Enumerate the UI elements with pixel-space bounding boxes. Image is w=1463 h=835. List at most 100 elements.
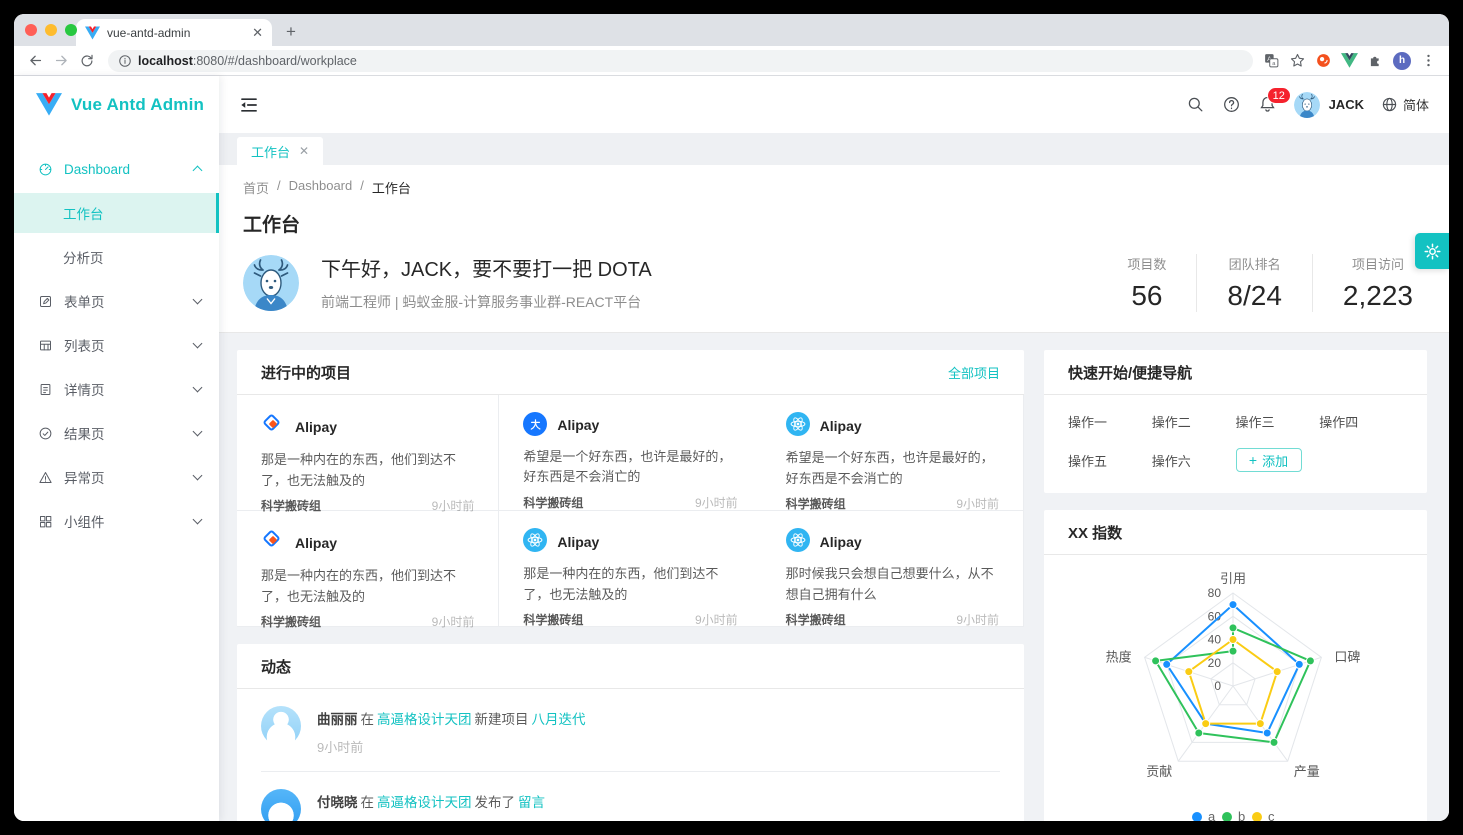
svg-text:热度: 热度 (1106, 649, 1132, 664)
sidebar-item[interactable]: 异常页 (14, 457, 219, 497)
sidebar-item[interactable]: 分析页 (14, 237, 219, 277)
project-name[interactable]: Alipay (295, 419, 337, 435)
activity-target-link[interactable]: 八月迭代 (532, 712, 586, 727)
project-group-link[interactable]: 科学搬砖组 (261, 613, 321, 630)
quick-nav-grid: 操作一 操作二 操作三 操作四 操作五 (1044, 395, 1427, 493)
project-group-link[interactable]: 科学搬砖组 (523, 611, 583, 628)
notification-bell[interactable]: 12 (1258, 95, 1277, 114)
bookmark-star-icon[interactable] (1289, 52, 1306, 69)
browser-menu-icon[interactable] (1420, 52, 1437, 69)
sidebar-item[interactable]: 小组件 (14, 501, 219, 541)
svg-text:口碑: 口碑 (1334, 649, 1360, 664)
project-name[interactable]: Alipay (820, 534, 862, 550)
alipay-icon (523, 412, 547, 438)
form-icon (38, 294, 53, 309)
project-group-link[interactable]: 科学搬砖组 (786, 611, 846, 628)
add-button[interactable]: + 添加 (1236, 448, 1302, 472)
minimize-window-icon[interactable] (45, 24, 57, 36)
project-card[interactable]: Alipay 希望是一个好东西，也许是最好的，好东西是不会消亡的 科学搬砖组 9… (762, 395, 1024, 511)
address-bar[interactable]: localhost:8080/#/dashboard/workplace (108, 50, 1253, 72)
activity-target-link[interactable]: 留言 (518, 795, 545, 810)
help-icon[interactable] (1222, 95, 1241, 114)
close-window-icon[interactable] (25, 24, 37, 36)
sidebar-item[interactable]: 结果页 (14, 413, 219, 453)
svg-text:0: 0 (1214, 679, 1221, 693)
extensions-puzzle-icon[interactable] (1367, 52, 1384, 69)
project-name[interactable]: Alipay (820, 418, 862, 434)
quick-nav-link[interactable]: 操作五 (1068, 451, 1152, 470)
result-icon (38, 426, 53, 441)
settings-gear-button[interactable] (1415, 233, 1449, 269)
project-card[interactable]: Alipay 那是一种内在的东西，他们到达不了，也无法触及的 科学搬砖组 9小时… (499, 511, 761, 627)
radar-chart: 020406080引用口碑产量贡献热度abc (1044, 555, 1427, 821)
project-card[interactable]: Alipay 那时候我只会想自己想要什么，从不想自己拥有什么 科学搬砖组 9小时… (762, 511, 1024, 627)
breadcrumb-item[interactable]: Dashboard (289, 178, 353, 197)
project-description: 那是一种内在的东西，他们到达不了，也无法触及的 (523, 564, 737, 605)
header-stats: 项目数 56 团队排名 8/24 (1097, 254, 1425, 312)
stat-block: 项目访问 2,223 (1313, 254, 1425, 312)
project-card[interactable]: Alipay 希望是一个好东西，也许是最好的，好东西是不会消亡的 科学搬砖组 9… (499, 395, 761, 511)
sidebar-item[interactable]: 列表页 (14, 325, 219, 365)
search-icon[interactable] (1186, 95, 1205, 114)
svg-text:c: c (1268, 809, 1275, 821)
browser-tab[interactable]: vue-antd-admin ✕ (76, 19, 272, 46)
site-info-icon[interactable] (118, 54, 132, 68)
reload-icon[interactable] (76, 50, 98, 72)
project-name[interactable]: Alipay (295, 535, 337, 551)
screen-background: vue-antd-admin ✕ + localhost:8080/#/dash… (0, 0, 1463, 835)
page-tab-close-icon[interactable]: ✕ (299, 144, 309, 158)
page-tab-workplace[interactable]: 工作台 ✕ (237, 137, 323, 165)
browser-profile-avatar[interactable]: h (1393, 52, 1411, 70)
plus-icon: + (1249, 453, 1257, 467)
project-group-link[interactable]: 科学搬砖组 (786, 495, 846, 512)
project-name[interactable]: Alipay (557, 417, 599, 433)
stat-value: 8/24 (1227, 280, 1282, 312)
app-header: 12 JACK 简体 (219, 76, 1449, 133)
svg-text:产量: 产量 (1294, 764, 1320, 779)
app-logo[interactable]: Vue Antd Admin (14, 76, 219, 133)
menu-fold-icon[interactable] (239, 95, 259, 115)
svg-text:80: 80 (1208, 586, 1222, 600)
quick-nav-link[interactable]: 操作二 (1152, 412, 1236, 431)
stat-label: 项目访问 (1343, 254, 1413, 273)
activity-avatar (261, 789, 301, 821)
activity-list: 曲丽丽在高逼格设计天团新建项目八月迭代 9小时前 (237, 689, 1024, 821)
vue-devtools-icon[interactable] (1341, 53, 1358, 68)
activity-group-link[interactable]: 高逼格设计天团 (377, 712, 472, 727)
forward-icon[interactable] (50, 50, 72, 72)
maximize-window-icon[interactable] (65, 24, 77, 36)
tab-close-icon[interactable]: ✕ (252, 25, 263, 41)
breadcrumb-item[interactable]: 工作台 (372, 178, 411, 197)
project-card[interactable]: Alipay 那是一种内在的东西，他们到达不了，也无法触及的 科学搬砖组 9小时… (237, 511, 499, 627)
extension-orange-icon[interactable] (1315, 52, 1332, 69)
activity-user[interactable]: 付晓晓 (317, 795, 358, 810)
quick-nav-link[interactable]: 操作一 (1068, 412, 1152, 431)
chevron-icon (193, 296, 203, 306)
content-area: 进行中的项目 全部项目 Alipay (219, 333, 1449, 821)
activity-user[interactable]: 曲丽丽 (317, 712, 358, 727)
breadcrumb: 首页 / Dashboard / 工作台 (243, 178, 1425, 197)
project-updated-time: 9小时前 (956, 495, 999, 512)
quick-nav-link[interactable]: 操作四 (1319, 412, 1403, 431)
new-tab-button[interactable]: + (278, 19, 304, 45)
user-name[interactable]: JACK (1329, 97, 1364, 112)
project-group-link[interactable]: 科学搬砖组 (523, 494, 583, 511)
widget-icon (38, 514, 53, 529)
project-card[interactable]: Alipay 那是一种内在的东西，他们到达不了，也无法触及的 科学搬砖组 9小时… (237, 395, 499, 511)
sidebar-item[interactable]: 详情页 (14, 369, 219, 409)
quick-nav-link[interactable]: 操作三 (1236, 412, 1320, 431)
user-avatar[interactable] (1294, 92, 1320, 118)
sidebar-item[interactable]: 表单页 (14, 281, 219, 321)
back-icon[interactable] (24, 50, 46, 72)
quick-nav-link[interactable]: 操作六 (1152, 451, 1236, 470)
all-projects-link[interactable]: 全部项目 (948, 363, 1000, 382)
translate-icon[interactable]: Aa (1263, 52, 1280, 69)
app-root: Vue Antd Admin Dashboard 工作台 (14, 76, 1449, 821)
breadcrumb-item[interactable]: 首页 (243, 178, 269, 197)
sidebar-item[interactable]: 工作台 (14, 193, 219, 233)
sidebar-item[interactable]: Dashboard (14, 149, 219, 189)
main-area: 12 JACK 简体 工作台 (219, 76, 1449, 821)
activity-group-link[interactable]: 高逼格设计天团 (377, 795, 472, 810)
project-name[interactable]: Alipay (557, 534, 599, 550)
language-switcher[interactable]: 简体 (1381, 95, 1429, 114)
